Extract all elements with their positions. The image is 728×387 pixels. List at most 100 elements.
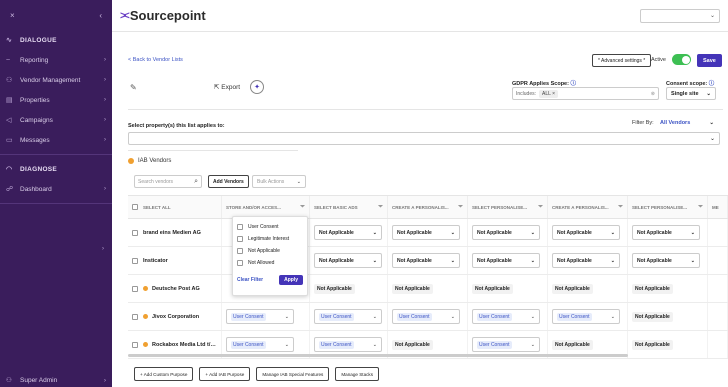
filter-option[interactable]: Not Applicable <box>237 245 303 257</box>
column-header: ME <box>708 196 728 218</box>
purpose-cell: Not Applicable ⌄ <box>628 219 708 246</box>
sidebar-section-dialogue[interactable]: ∿ DIALOGUE <box>0 30 112 50</box>
close-icon[interactable]: × <box>10 11 15 20</box>
wand-icon[interactable]: ✦ <box>250 80 264 94</box>
search-vendors-input[interactable]: Search vendors ⌕ <box>134 175 202 188</box>
account-select[interactable]: ⌄ <box>640 8 720 23</box>
pencil-icon[interactable]: ✎ <box>130 83 137 92</box>
advanced-settings-button[interactable]: * Advanced settings * <box>592 54 652 67</box>
add-vendors-button[interactable]: Add Vendors <box>208 175 249 188</box>
purpose-cell: User Consent ⌄ <box>548 303 628 330</box>
legal-basis-select[interactable]: User Consent ⌄ <box>392 309 460 324</box>
filter-option-checkbox[interactable] <box>237 260 243 266</box>
legal-basis-select[interactable]: User Consent ⌄ <box>226 337 294 352</box>
filter-icon[interactable]: ⏷ <box>378 204 383 211</box>
collapse-icon[interactable]: ‹ <box>99 11 102 20</box>
export-icon: ⇱ <box>214 84 220 91</box>
sidebar-item-vendor-management[interactable]: ⚇ Vendor Management › <box>0 70 112 90</box>
vendor-cell: Deutsche Post AG <box>128 275 222 302</box>
filter-icon[interactable]: ⏷ <box>698 204 703 211</box>
gdpr-scope-select[interactable]: Includes: ALL × ⊗ <box>512 87 659 100</box>
legal-basis-select[interactable]: User Consent ⌄ <box>472 337 540 352</box>
purpose-cell: Not Applicable ⌄ <box>468 247 548 274</box>
filter-by-select[interactable]: All Vendors ⌄ <box>656 117 718 129</box>
chevron-right-icon: › <box>104 186 106 192</box>
legal-basis-select[interactable]: Not Applicable ⌄ <box>392 253 460 268</box>
iab-dot-icon <box>143 342 148 347</box>
vendors-table: SELECT ALL STORE AND/OR ACCES... ⏷ SELEC… <box>128 195 728 359</box>
filter-option-checkbox[interactable] <box>237 248 243 254</box>
horizontal-scrollbar[interactable] <box>128 354 628 357</box>
active-toggle[interactable] <box>672 54 691 65</box>
clear-icon[interactable]: ⊗ <box>651 91 655 97</box>
manage-stacks-button[interactable]: Manage Stacks <box>335 367 380 381</box>
table-row: Insticator Not Applicable ⌄ Not Applicabl… <box>128 247 728 275</box>
filter-option-checkbox[interactable] <box>237 236 243 242</box>
sidebar-item-messages[interactable]: ▭ Messages › <box>0 130 112 150</box>
filter-option[interactable]: Not Allowed <box>237 257 303 269</box>
sidebar-item-campaigns[interactable]: ◁ Campaigns › <box>0 110 112 130</box>
iab-vendors-heading: IAB Vendors <box>128 158 171 164</box>
apply-filter-button[interactable]: Apply <box>279 275 303 285</box>
bulk-actions-select[interactable]: Bulk Actions ⌄ <box>252 175 306 188</box>
filter-option-checkbox[interactable] <box>237 224 243 230</box>
search-icon[interactable]: ⌕ <box>194 178 198 186</box>
row-checkbox[interactable] <box>132 257 138 264</box>
sidebar-item-properties[interactable]: ▤ Properties › <box>0 90 112 110</box>
legal-basis-select[interactable]: Not Applicable ⌄ <box>632 225 700 240</box>
save-button[interactable]: Save <box>697 54 722 67</box>
clear-filter-button[interactable]: Clear Filter <box>237 277 263 283</box>
row-checkbox[interactable] <box>132 313 138 320</box>
filter-option[interactable]: User Consent <box>237 221 303 233</box>
filter-icon[interactable]: ⏷ <box>618 204 623 211</box>
sidebar-section-diagnose[interactable]: ◠ DIAGNOSE <box>0 159 112 179</box>
select-all-checkbox[interactable] <box>132 204 138 210</box>
manage-iab-special-features-button[interactable]: Manage IAB Special Features <box>256 367 330 381</box>
add-iab-purpose-button[interactable]: + Add IAB Purpose <box>199 367 251 381</box>
sidebar-item-reporting[interactable]: ~ Reporting › <box>0 50 112 70</box>
purpose-cell: Not Applicable <box>628 331 708 358</box>
sidebar-user[interactable]: ⚇ Super Admin › <box>0 373 112 387</box>
row-checkbox[interactable] <box>132 285 138 292</box>
legal-basis-select[interactable]: User Consent ⌄ <box>472 309 540 324</box>
column-header: SELECT BASIC ADS ⏷ <box>310 196 388 218</box>
topbar: >< Sourcepoint ⌄ <box>112 0 728 32</box>
legal-basis-select[interactable]: User Consent ⌄ <box>314 337 382 352</box>
properties-select[interactable]: ⌄ <box>128 132 720 145</box>
filter-icon[interactable]: ⏷ <box>458 204 463 211</box>
legal-basis-select[interactable]: Not Applicable ⌄ <box>472 225 540 240</box>
legal-basis-select[interactable]: Not Applicable ⌄ <box>314 225 382 240</box>
filter-option[interactable]: Legitimate Interest <box>237 233 303 245</box>
legal-basis-select[interactable]: Not Applicable ⌄ <box>472 253 540 268</box>
legal-basis-select[interactable]: User Consent ⌄ <box>226 309 294 324</box>
chevron-right-icon[interactable]: › <box>102 246 104 252</box>
campaigns-icon: ◁ <box>6 117 12 124</box>
back-to-vendor-lists-link[interactable]: < Back to Vendor Lists <box>128 57 183 63</box>
column-header: CREATE A PERSONALIS... ⏷ <box>548 196 628 218</box>
reporting-icon: ~ <box>6 56 11 64</box>
consent-scope-select[interactable]: Single site ⌄ <box>666 87 716 100</box>
iab-dot-icon <box>143 286 148 291</box>
scope-chip[interactable]: ALL × <box>539 89 559 98</box>
filter-icon[interactable]: ⏷ <box>300 204 305 211</box>
legal-basis-select[interactable]: User Consent ⌄ <box>314 309 382 324</box>
legal-basis-select[interactable]: Not Applicable ⌄ <box>552 225 620 240</box>
filter-icon[interactable]: ⏷ <box>538 204 543 211</box>
chevron-down-icon: ⌄ <box>690 257 695 264</box>
column-header: SELECT PERSONALISE... ⏷ <box>628 196 708 218</box>
sidebar-top: × ‹ <box>0 0 112 30</box>
sidebar-item-dashboard[interactable]: ☍ Dashboard › <box>0 179 112 199</box>
iab-dot-icon <box>128 158 134 164</box>
column-header-select-all[interactable]: SELECT ALL <box>128 196 222 218</box>
legal-basis-select[interactable]: User Consent ⌄ <box>552 309 620 324</box>
row-checkbox[interactable] <box>132 229 138 236</box>
export-button[interactable]: ⇱ Export <box>214 83 240 91</box>
row-checkbox[interactable] <box>132 341 138 348</box>
legal-basis-select[interactable]: Not Applicable ⌄ <box>314 253 382 268</box>
chevron-right-icon: › <box>104 77 106 83</box>
legal-basis-select[interactable]: Not Applicable ⌄ <box>632 253 700 268</box>
legal-basis-select[interactable]: Not Applicable ⌄ <box>552 253 620 268</box>
legal-basis-select[interactable]: Not Applicable ⌄ <box>392 225 460 240</box>
purpose-cell: Not Applicable ⌄ <box>548 247 628 274</box>
add-custom-purpose-button[interactable]: + Add Custom Purpose <box>134 367 194 381</box>
